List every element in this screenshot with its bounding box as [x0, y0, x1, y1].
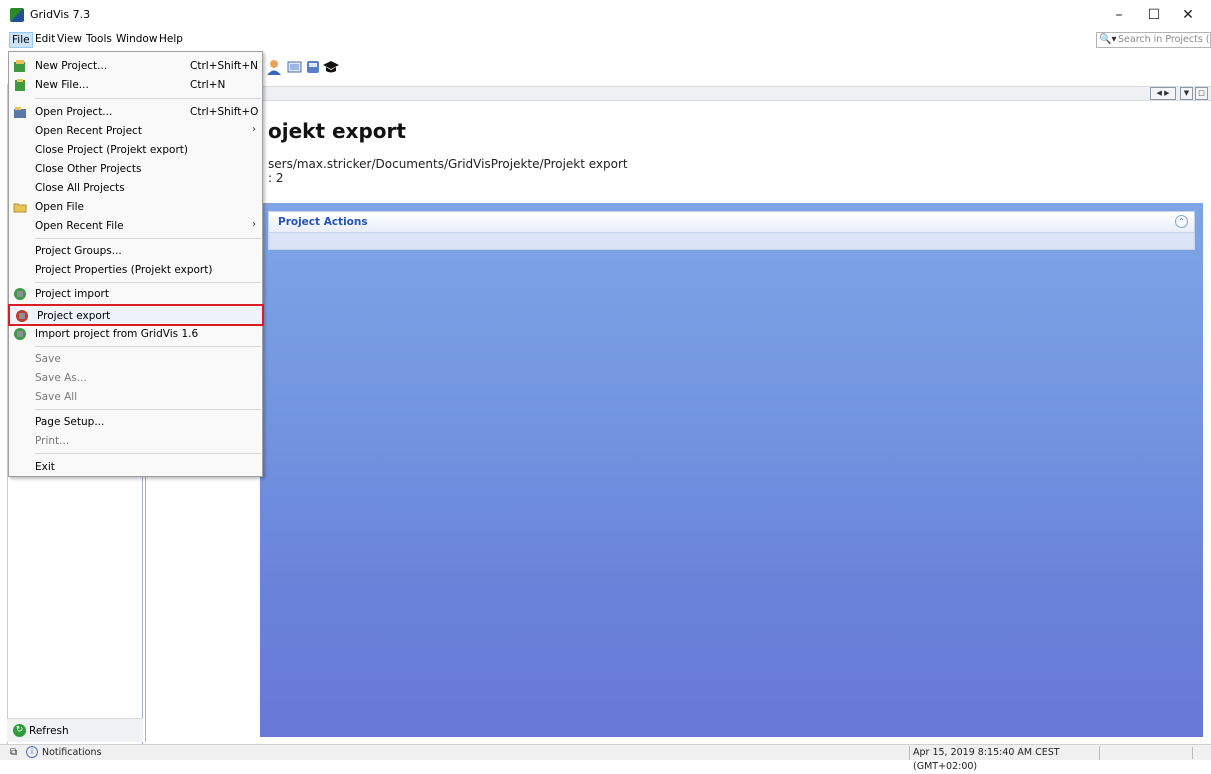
menu-separator	[35, 453, 261, 454]
gridvis-app-icon	[10, 8, 24, 22]
menu-item-new-file[interactable]: New File... Ctrl+N	[9, 76, 262, 95]
status-timestamp: Apr 15, 2019 8:15:40 AM CEST (GMT+02:00)	[909, 746, 1100, 772]
menu-item-new-project[interactable]: New Project... Ctrl+Shift+N	[9, 57, 262, 76]
menu-separator	[35, 238, 261, 239]
notifications-label[interactable]: Notifications	[42, 747, 101, 758]
search-placeholder: Search in Projects (Ctrl+I)	[1118, 34, 1210, 45]
menu-separator	[35, 346, 261, 347]
menu-item-exit[interactable]: Exit	[9, 458, 262, 477]
menu-item-save[interactable]: Save	[9, 350, 262, 369]
search-icon[interactable]: 🔍▾	[1099, 34, 1116, 45]
collapse-icon[interactable]: ⌃	[1175, 215, 1188, 228]
search-input[interactable]: 🔍▾ Search in Projects (Ctrl+I)	[1096, 32, 1211, 48]
tab-scroll-buttons[interactable]: ◀ ▶	[1150, 87, 1176, 100]
status-bar: ⧉ i Notifications Apr 15, 2019 8:15:40 A…	[0, 744, 1211, 772]
menu-item-close-other-projects[interactable]: Close Other Projects	[9, 160, 262, 179]
user-icon[interactable]	[266, 58, 284, 76]
editor-tab-strip	[145, 86, 1211, 101]
menu-item-print[interactable]: Print...	[9, 432, 262, 451]
close-button[interactable]: ✕	[1165, 0, 1211, 30]
open-project-icon	[14, 107, 26, 118]
menu-item-close-all-projects[interactable]: Close All Projects	[9, 179, 262, 198]
title-bar	[0, 0, 1211, 30]
menu-item-open-file[interactable]: Open File	[9, 198, 262, 217]
project-path: sers/max.stricker/Documents/GridVisProje…	[268, 157, 628, 171]
menu-item-project-import[interactable]: Project import	[9, 285, 262, 304]
menu-separator	[35, 98, 261, 99]
folder-icon	[13, 203, 27, 213]
refresh-label: Refresh	[29, 725, 69, 737]
info-icon[interactable]: i	[26, 746, 38, 758]
status-divider	[1192, 747, 1193, 759]
menu-item-project-groups[interactable]: Project Groups...	[9, 242, 262, 261]
menu-item-project-export[interactable]: Project export	[8, 304, 264, 326]
maximize-editor-button[interactable]: □	[1195, 87, 1208, 100]
project-actions-panel	[260, 203, 1203, 737]
project-device-count: : 2	[268, 171, 284, 185]
menu-separator	[35, 409, 261, 410]
new-project-icon	[14, 60, 25, 72]
refresh-icon: ↻	[13, 724, 26, 737]
project-actions-body	[268, 233, 1195, 250]
menu-item-project-properties[interactable]: Project Properties (Projekt export)	[9, 261, 262, 280]
menu-help[interactable]: Help	[157, 33, 185, 45]
menu-view[interactable]: View	[55, 33, 84, 45]
menu-edit[interactable]: Edit	[33, 33, 57, 45]
refresh-button[interactable]: ↻ Refresh	[7, 718, 143, 742]
project-import-icon	[14, 288, 26, 300]
project-title: ojekt export	[268, 119, 406, 143]
new-file-icon	[15, 79, 25, 91]
menu-item-open-project[interactable]: Open Project... Ctrl+Shift+O	[9, 103, 262, 122]
graduation-cap-icon[interactable]	[322, 58, 340, 76]
file-menu-dropdown: New Project... Ctrl+Shift+N New File... …	[8, 51, 264, 477]
tab-list-dropdown[interactable]: ▼	[1180, 87, 1193, 100]
menu-file[interactable]: File	[9, 32, 33, 48]
menu-item-page-setup[interactable]: Page Setup...	[9, 413, 262, 432]
menu-item-save-all[interactable]: Save All	[9, 388, 262, 407]
submenu-arrow-icon: ›	[252, 124, 256, 135]
menu-window[interactable]: Window	[114, 33, 159, 45]
import-gridvis-icon	[14, 328, 26, 340]
menu-bar: File Edit View Tools Window Help	[0, 30, 1211, 50]
project-actions-title: Project Actions	[278, 216, 368, 228]
menu-separator	[35, 282, 261, 283]
device-icon[interactable]	[304, 58, 322, 76]
menu-item-save-as[interactable]: Save As...	[9, 369, 262, 388]
project-export-icon	[16, 310, 28, 322]
screen-icon[interactable]	[286, 58, 304, 76]
project-actions-header[interactable]: Project Actions ⌃	[268, 211, 1195, 233]
menu-item-open-recent-file[interactable]: Open Recent File ›	[9, 217, 262, 236]
window-restore-icon[interactable]: ⧉	[10, 747, 17, 758]
menu-item-open-recent-project[interactable]: Open Recent Project ›	[9, 122, 262, 141]
menu-item-import-gridvis[interactable]: Import project from GridVis 1.6	[9, 325, 262, 344]
menu-item-close-project[interactable]: Close Project (Projekt export)	[9, 141, 262, 160]
window-title: GridVis 7.3	[30, 8, 91, 21]
submenu-arrow-icon: ›	[252, 219, 256, 230]
menu-tools[interactable]: Tools	[84, 33, 114, 45]
